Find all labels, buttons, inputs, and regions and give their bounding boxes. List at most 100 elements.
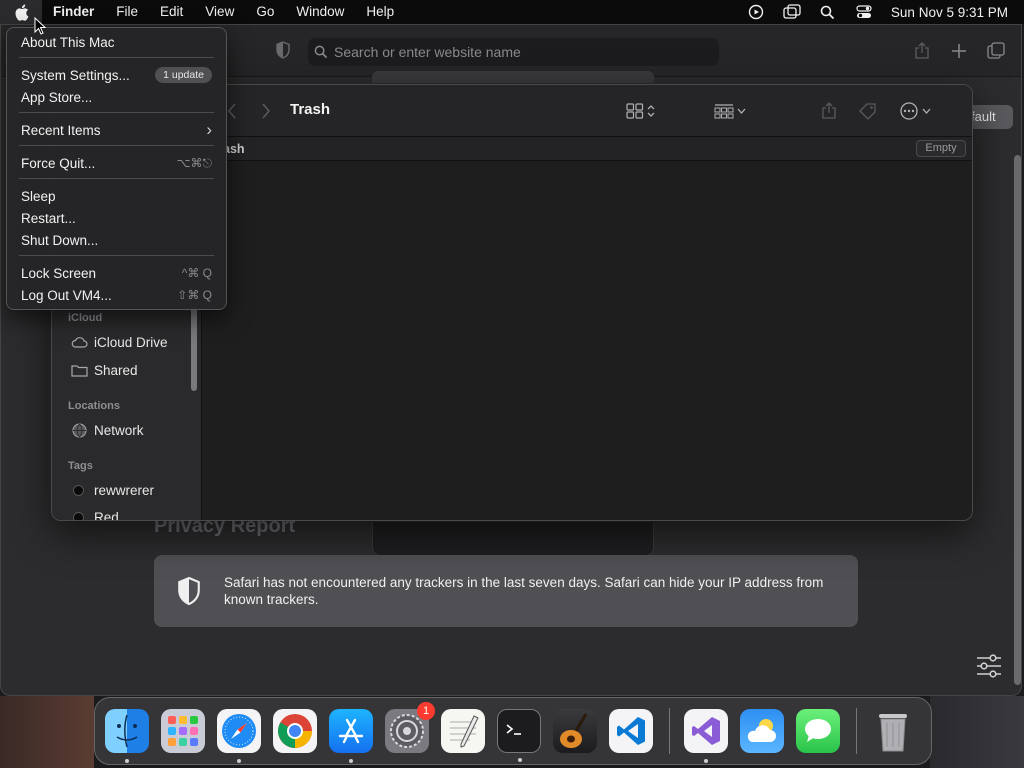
dock-weather-icon[interactable] (740, 709, 784, 753)
menu-go[interactable]: Go (245, 0, 285, 24)
running-indicator (518, 758, 522, 762)
sidebar-tag-red[interactable]: Red (70, 506, 119, 521)
dock-separator (856, 708, 857, 754)
menu-item-app-store[interactable]: App Store... (13, 86, 220, 108)
address-placeholder: Search or enter website name (334, 44, 521, 60)
menu-file[interactable]: File (105, 0, 149, 24)
finder-share-button[interactable] (821, 99, 837, 123)
running-indicator (704, 759, 708, 763)
menu-window[interactable]: Window (285, 0, 355, 24)
dock-system-settings-icon[interactable]: 1 (385, 702, 435, 753)
shortcut-label: ⌥⌘⎋ (176, 155, 212, 170)
sidebar-item-shared[interactable]: Shared (70, 359, 138, 381)
running-indicator (349, 759, 353, 763)
dock: 1 (94, 697, 932, 765)
sidebar-item-label: rewwrerer (94, 482, 155, 498)
menu-item-shut-down[interactable]: Shut Down... (13, 229, 220, 251)
forward-chevron-icon[interactable] (256, 101, 276, 121)
sidebar-section-icloud: iCloud (68, 312, 103, 324)
dock-trash-icon[interactable] (871, 709, 915, 753)
grid-view-icon (626, 103, 644, 119)
dock-messages-icon[interactable] (796, 709, 840, 753)
menu-item-sleep[interactable]: Sleep (13, 185, 220, 207)
menu-separator (19, 112, 214, 113)
privacy-shield-icon[interactable] (275, 41, 293, 61)
dock-terminal-icon[interactable] (497, 709, 541, 762)
safari-address-bar[interactable]: Search or enter website name (308, 38, 719, 66)
tag-icon (859, 103, 876, 120)
dock-textedit-icon[interactable] (441, 709, 485, 753)
cloud-icon (70, 334, 88, 350)
running-indicator (125, 759, 129, 763)
sidebar-item-label: Red (94, 509, 119, 521)
menu-finder[interactable]: Finder (42, 0, 105, 24)
search-icon (314, 45, 328, 59)
dock-visual-studio-icon[interactable] (684, 709, 728, 763)
apple-menu-dropdown: About This Mac System Settings... 1 upda… (6, 27, 227, 310)
menu-item-system-settings[interactable]: System Settings... 1 update (13, 64, 220, 86)
notification-badge: 1 (417, 702, 435, 720)
group-by-button[interactable] (714, 99, 746, 123)
menu-item-label: Sleep (21, 188, 56, 204)
tab-overview-icon[interactable] (985, 40, 1007, 62)
share-icon (822, 102, 836, 119)
menu-clock[interactable]: Sun Nov 5 9:31 PM (891, 5, 1008, 20)
menu-separator (19, 57, 214, 58)
menu-item-force-quit[interactable]: Force Quit... ⌥⌘⎋ (13, 152, 220, 174)
privacy-report-card[interactable]: Safari has not encountered any trackers … (154, 555, 858, 627)
safari-popover-edge (372, 522, 654, 556)
menu-item-lock-screen[interactable]: Lock Screen ^⌘ Q (13, 262, 220, 284)
menu-help[interactable]: Help (355, 0, 405, 24)
dock-garageband-icon[interactable] (553, 709, 597, 753)
sidebar-item-icloud-drive[interactable]: iCloud Drive (70, 331, 168, 353)
running-indicator (237, 759, 241, 763)
dock-finder-icon[interactable] (105, 709, 149, 763)
sidebar-item-label: iCloud Drive (94, 334, 168, 350)
share-icon[interactable] (911, 40, 933, 62)
sidebar-scrollbar[interactable] (191, 307, 197, 391)
ellipsis-circle-icon (900, 102, 918, 120)
dock-chrome-icon[interactable] (273, 709, 317, 753)
dock-safari-icon[interactable] (217, 709, 261, 763)
dock-separator (669, 708, 670, 754)
screen-mirror-icon[interactable] (783, 3, 801, 21)
menu-separator (19, 145, 214, 146)
new-tab-icon[interactable] (948, 40, 970, 62)
tag-button[interactable] (858, 99, 878, 123)
control-center-icon[interactable] (855, 3, 873, 21)
screen-record-icon[interactable] (747, 3, 765, 21)
menu-bar: Finder File Edit View Go Window Help Sun… (0, 0, 1024, 24)
sidebar-tag-rewwrerer[interactable]: rewwrerer (70, 479, 154, 501)
dock-launchpad-icon[interactable] (161, 709, 205, 753)
shortcut-label: ⇧⌘ Q (177, 288, 212, 302)
dock-vscode-icon[interactable] (609, 709, 653, 753)
view-mode-button[interactable] (626, 99, 655, 123)
sidebar-item-label: Network (94, 422, 144, 438)
shortcut-label: ^⌘ Q (181, 266, 212, 280)
desktop-wallpaper-left (0, 696, 94, 768)
menu-item-label: Recent Items (21, 122, 101, 138)
sidebar-section-tags: Tags (68, 460, 93, 472)
menu-item-recent-items[interactable]: Recent Items › (13, 119, 220, 141)
network-globe-icon (70, 422, 88, 438)
menu-separator (19, 178, 214, 179)
finder-content-area[interactable] (202, 161, 972, 520)
empty-trash-button[interactable]: Empty (916, 140, 966, 157)
menu-item-restart[interactable]: Restart... (13, 207, 220, 229)
submenu-chevron-icon: › (206, 120, 212, 139)
sidebar-section-locations: Locations (68, 400, 120, 412)
desktop-wallpaper-right (930, 696, 1024, 768)
menu-view[interactable]: View (194, 0, 245, 24)
menu-edit[interactable]: Edit (149, 0, 194, 24)
menu-item-label: Restart... (21, 210, 76, 226)
customize-start-page-icon[interactable] (975, 653, 1003, 679)
spotlight-search-icon[interactable] (819, 3, 837, 21)
safari-scrollbar[interactable] (1014, 155, 1021, 685)
dock-app-store-icon[interactable] (329, 709, 373, 763)
more-actions-button[interactable] (899, 99, 931, 123)
sidebar-item-network[interactable]: Network (70, 419, 144, 441)
menu-item-log-out[interactable]: Log Out VM4... ⇧⌘ Q (13, 284, 220, 306)
safari-tab-preview (372, 71, 654, 83)
privacy-report-text: Safari has not encountered any trackers … (224, 575, 824, 607)
privacy-shield-large-icon (154, 576, 224, 606)
